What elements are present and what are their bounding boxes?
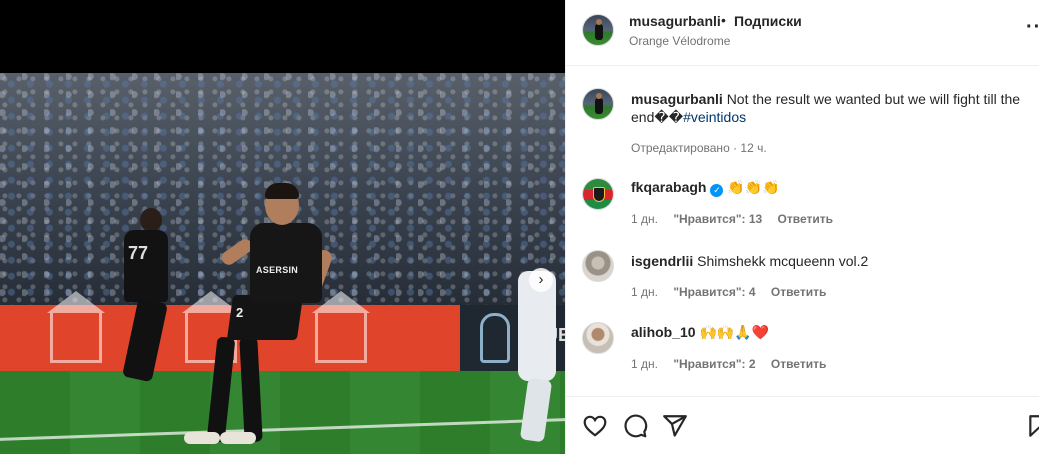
comment-text: 👏👏👏 [727, 179, 780, 195]
player-main: 2 ASERSIN [184, 183, 335, 445]
comment-avatar-alihob[interactable] [582, 322, 614, 354]
comment-time[interactable]: 1 дн. [631, 285, 658, 299]
comment-meta: 1 дн. "Нравится": 4 Ответить [631, 285, 838, 299]
post-details-panel: musagurbanli • Подписки Orange Vélodrome… [565, 0, 1039, 454]
comment-text: Shimshekk mcqueenn vol.2 [697, 253, 869, 269]
post-media: UEF 77 2 ASERSIN › [0, 0, 565, 454]
caption-hashtag[interactable]: #veintidos [683, 109, 746, 125]
location-link[interactable]: Orange Vélodrome [629, 34, 730, 48]
comment-username[interactable]: fkqarabagh [631, 179, 706, 195]
comment-username[interactable]: alihob_10 [631, 324, 696, 340]
post-photo[interactable]: UEF 77 2 ASERSIN [0, 73, 565, 454]
comment-icon[interactable] [622, 413, 648, 439]
comment-likes[interactable]: "Нравится": 2 [673, 357, 755, 371]
post-actions-bar [566, 396, 1039, 454]
verified-badge-icon: ✓ [710, 184, 724, 197]
post-caption: musagurbanli Not the result we wanted bu… [631, 90, 1031, 126]
caption-username[interactable]: musagurbanli [631, 91, 723, 107]
heart-icon[interactable] [582, 413, 608, 439]
reply-button[interactable]: Ответить [771, 285, 826, 299]
author-username[interactable]: musagurbanli [629, 13, 721, 29]
reply-button[interactable]: Ответить [771, 357, 826, 371]
comment-username[interactable]: isgendrlii [631, 253, 693, 269]
comment-item: alihob_10 🙌🙌🙏❤️ [631, 323, 769, 341]
comment-time[interactable]: 1 дн. [631, 212, 658, 226]
comment-text: 🙌🙌🙏❤️ [699, 324, 770, 340]
comment-time[interactable]: 1 дн. [631, 357, 658, 371]
reply-button[interactable]: Ответить [778, 212, 833, 226]
follow-status-button[interactable]: Подписки [734, 13, 802, 29]
caption-meta: Отредактировано · 12 ч. [631, 141, 767, 155]
more-options-icon[interactable]: ··· [1026, 16, 1039, 39]
comment-item: isgendrlii Shimshekk mcqueenn vol.2 [631, 252, 868, 270]
header-separator: • [721, 12, 726, 28]
next-image-button[interactable]: › [529, 268, 553, 292]
conference-league-trophy-icon [480, 313, 510, 363]
share-icon[interactable] [662, 413, 688, 439]
comment-likes[interactable]: "Нравится": 13 [673, 212, 762, 226]
comment-item: fkqarabagh ✓ 👏👏👏 [631, 178, 780, 197]
comment-likes[interactable]: "Нравится": 4 [673, 285, 755, 299]
author-avatar[interactable] [582, 14, 614, 46]
main-player-number: 2 [236, 305, 244, 320]
comment-avatar-isgendrlii[interactable] [582, 250, 614, 282]
caption-author-avatar[interactable] [582, 88, 614, 120]
comment-avatar-fkqarabagh[interactable] [582, 178, 614, 210]
comment-meta: 1 дн. "Нравится": 2 Ответить [631, 357, 838, 371]
comment-meta: 1 дн. "Нравится": 13 Ответить [631, 212, 845, 226]
shirt-sponsor: ASERSIN [256, 265, 299, 275]
bookmark-icon[interactable] [1026, 413, 1039, 439]
back-player-number: 77 [128, 243, 149, 263]
player-background: 77 [110, 208, 170, 388]
post-header: musagurbanli • Подписки Orange Vélodrome… [566, 0, 1039, 66]
